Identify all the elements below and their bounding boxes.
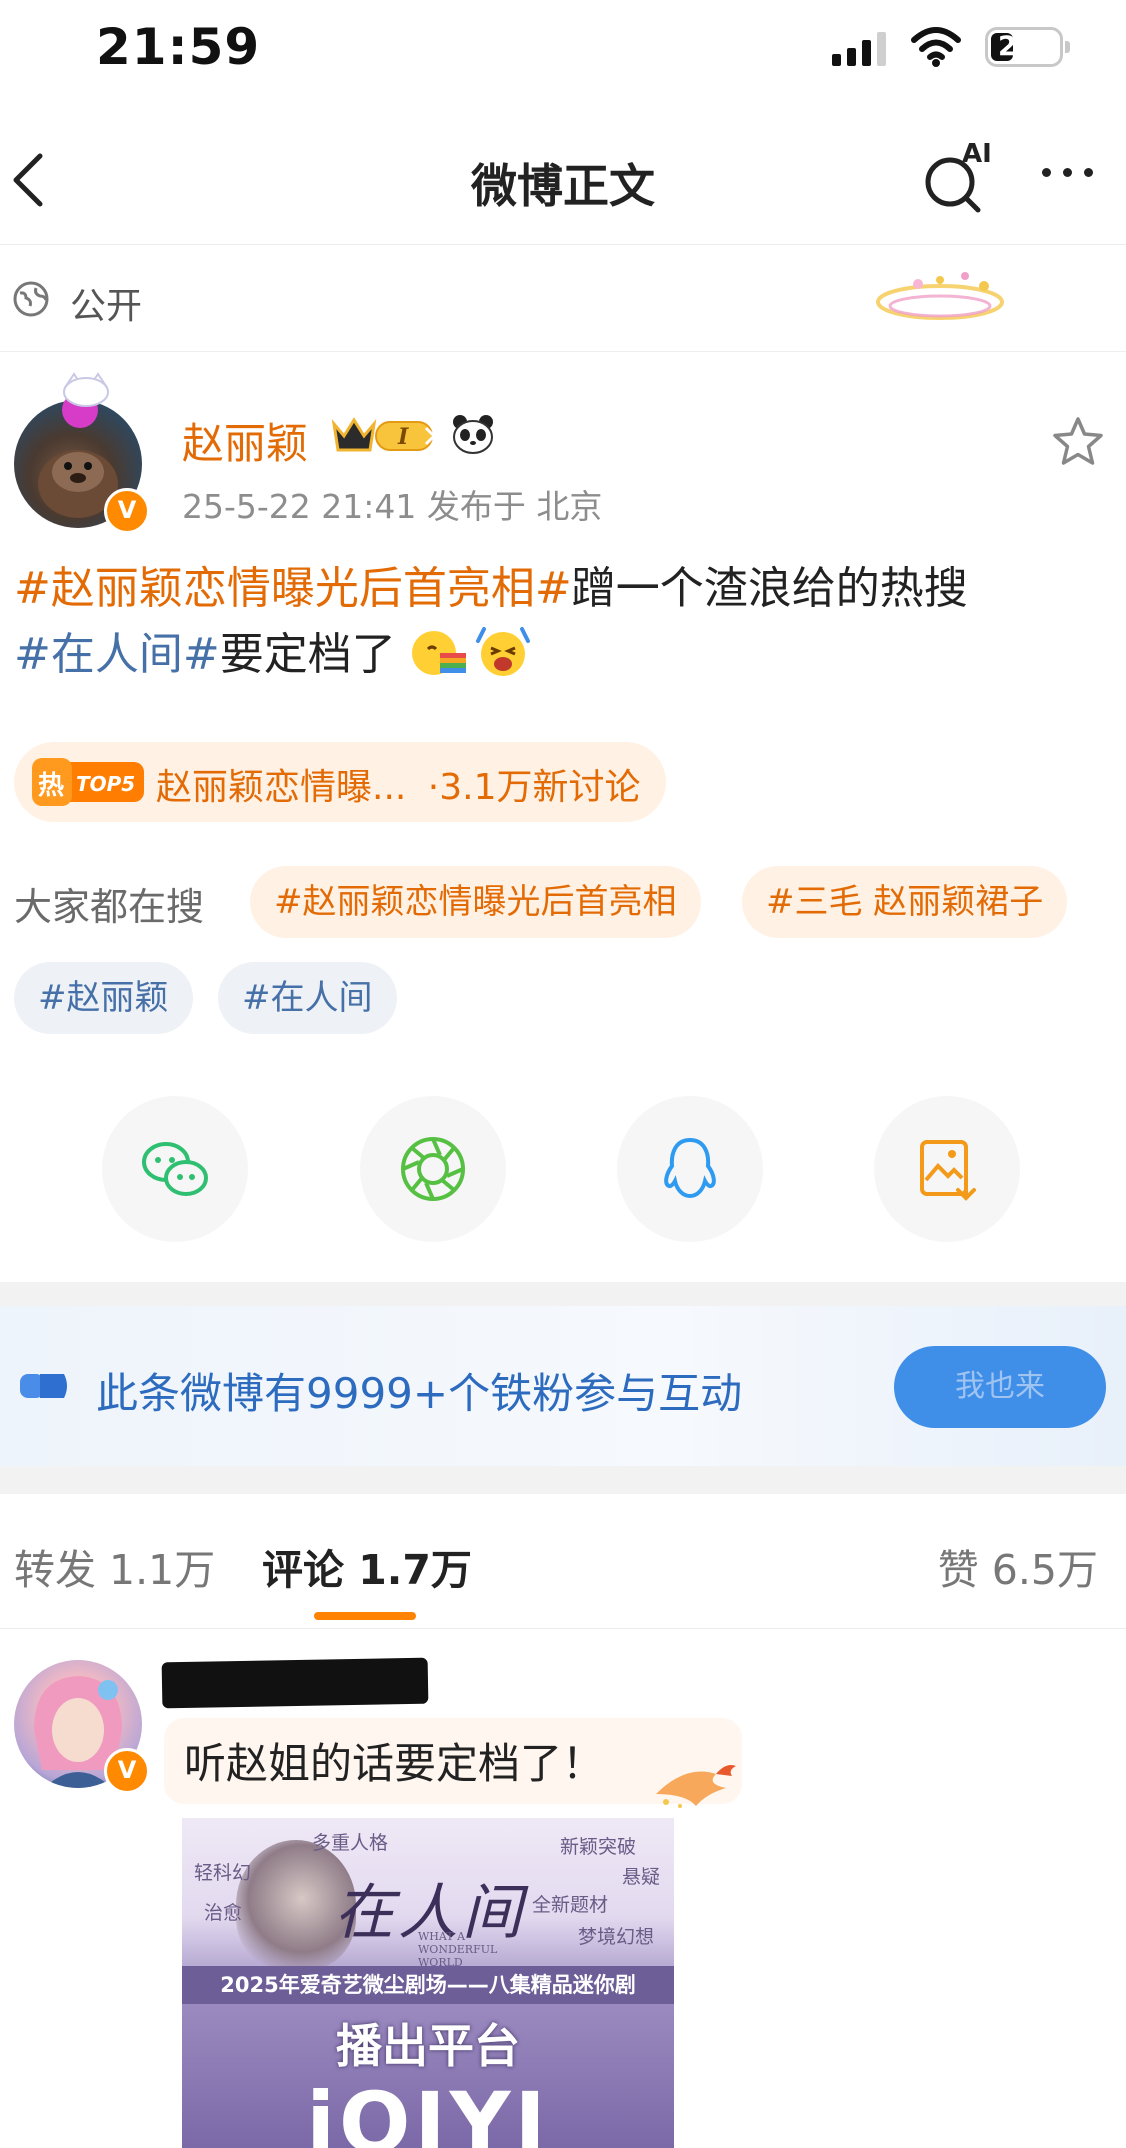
search-chip[interactable]: #在人间 (218, 962, 397, 1034)
rainbow-emoji-icon (411, 631, 466, 675)
hot-topic-title: 赵丽颖恋情曝... (156, 767, 407, 808)
trending-search-label: 大家都在搜 (14, 885, 205, 929)
search-chip[interactable]: #赵丽颖恋情曝光后首亮相 (250, 866, 701, 938)
redacted-username (161, 1657, 429, 1709)
tabs-divider (0, 1628, 1126, 1629)
save-image-button[interactable] (874, 1096, 1020, 1242)
comment-image[interactable]: 多重人格 轻科幻 治愈 新颖突破 悬疑 全新题材 梦境幻想 在人间 WHAT A… (182, 1818, 674, 2148)
poster-tag: 多重人格 (312, 1832, 389, 1854)
phoenix-decoration-icon (656, 1765, 736, 1808)
active-tab-indicator (314, 1612, 416, 1620)
poster-platform: 播出平台 (336, 2019, 520, 2073)
tab-comment[interactable]: 评论 1.7万 (262, 1536, 472, 1596)
svg-text:TOP5: TOP5 (76, 772, 135, 796)
hashtag-link[interactable]: #赵丽颖恋情曝光后首亮相# (14, 563, 572, 614)
join-interaction-button[interactable]: 我也来 (894, 1346, 1106, 1428)
post-text: #赵丽颖恋情曝光后首亮相#蹭一个渣浪给的热搜 #在人间#要定档了 (14, 556, 1114, 688)
post-body-text: 蹭一个渣浪给的热搜 (571, 563, 968, 614)
cellular-signal-icon (832, 32, 886, 66)
wifi-icon (911, 27, 961, 67)
fan-interaction-text: 此条微博有9999+个铁粉参与互动 (96, 1369, 743, 1418)
verified-badge-icon: V (104, 1748, 150, 1794)
poster-tag: 悬疑 (622, 1866, 661, 1888)
section-divider (0, 1282, 1126, 1306)
vip-crown-icon[interactable]: I (330, 414, 442, 456)
poster-strip: 2025年爱奇艺微尘剧场——八集精品迷你剧 (182, 1966, 674, 2004)
status-time: 21:59 (96, 18, 261, 76)
poster-tag: 治愈 (204, 1902, 243, 1924)
post-meta: 25-5-22 21:41 发布于 北京 (182, 487, 603, 526)
battery-level: 21 (998, 31, 1036, 62)
globe-icon (13, 281, 49, 317)
hot-topic-text: 赵丽颖恋情曝... ·3.1万新讨论 (156, 758, 641, 810)
save-image-icon (920, 1140, 976, 1201)
svg-text:AI: AI (962, 139, 992, 169)
hot-topic-count: ·3.1万新讨论 (427, 767, 641, 808)
avatar-pendant-icon (62, 372, 109, 428)
poster-tag: 全新题材 (532, 1894, 609, 1916)
search-chip[interactable]: #赵丽颖 (14, 962, 193, 1034)
qq-icon (664, 1137, 716, 1199)
hashtag-link[interactable]: #在人间# (14, 629, 220, 680)
poster-subtitle: WHAT A WONDERFUL WORLD (418, 1930, 498, 1969)
section-divider (0, 1466, 1126, 1494)
svg-text:I: I (397, 424, 409, 450)
panda-icon (453, 415, 493, 454)
poster-tag: 轻科幻 (194, 1862, 252, 1884)
share-moments-button[interactable] (360, 1096, 506, 1242)
poster-tag: 梦境幻想 (578, 1926, 655, 1948)
share-wechat-button[interactable] (102, 1096, 248, 1242)
poster-tag: 新颖突破 (560, 1836, 637, 1858)
poster-brand: iQIYI (306, 2074, 550, 2148)
favorite-star-icon[interactable] (1050, 414, 1106, 470)
more-options-icon[interactable] (1042, 168, 1093, 177)
share-qq-button[interactable] (617, 1096, 763, 1242)
fan-badge-icon (20, 1374, 67, 1398)
search-chip[interactable]: #三毛 赵丽颖裙子 (742, 866, 1068, 938)
excited-emoji-icon (475, 627, 530, 676)
hot-rank-badge-icon: 热 TOP5 (32, 758, 144, 806)
sparkle-decoration-icon (876, 272, 1004, 320)
ai-search-icon[interactable]: AI (920, 138, 994, 216)
tab-repost[interactable]: 转发 1.1万 (14, 1536, 215, 1596)
tab-like[interactable]: 赞 6.5万 (938, 1536, 1098, 1596)
verified-badge-icon: V (104, 488, 150, 534)
post-body-text: 要定档了 (219, 629, 396, 680)
svg-text:热: 热 (38, 771, 64, 801)
visibility-label: 公开 (70, 286, 143, 327)
author-name[interactable]: 赵丽颖 (182, 410, 308, 471)
comment-text: 听赵姐的话要定档了！ (184, 1739, 605, 1788)
moments-icon (401, 1137, 465, 1201)
battery-icon: 21 (985, 27, 1070, 67)
wechat-icon (142, 1142, 208, 1196)
